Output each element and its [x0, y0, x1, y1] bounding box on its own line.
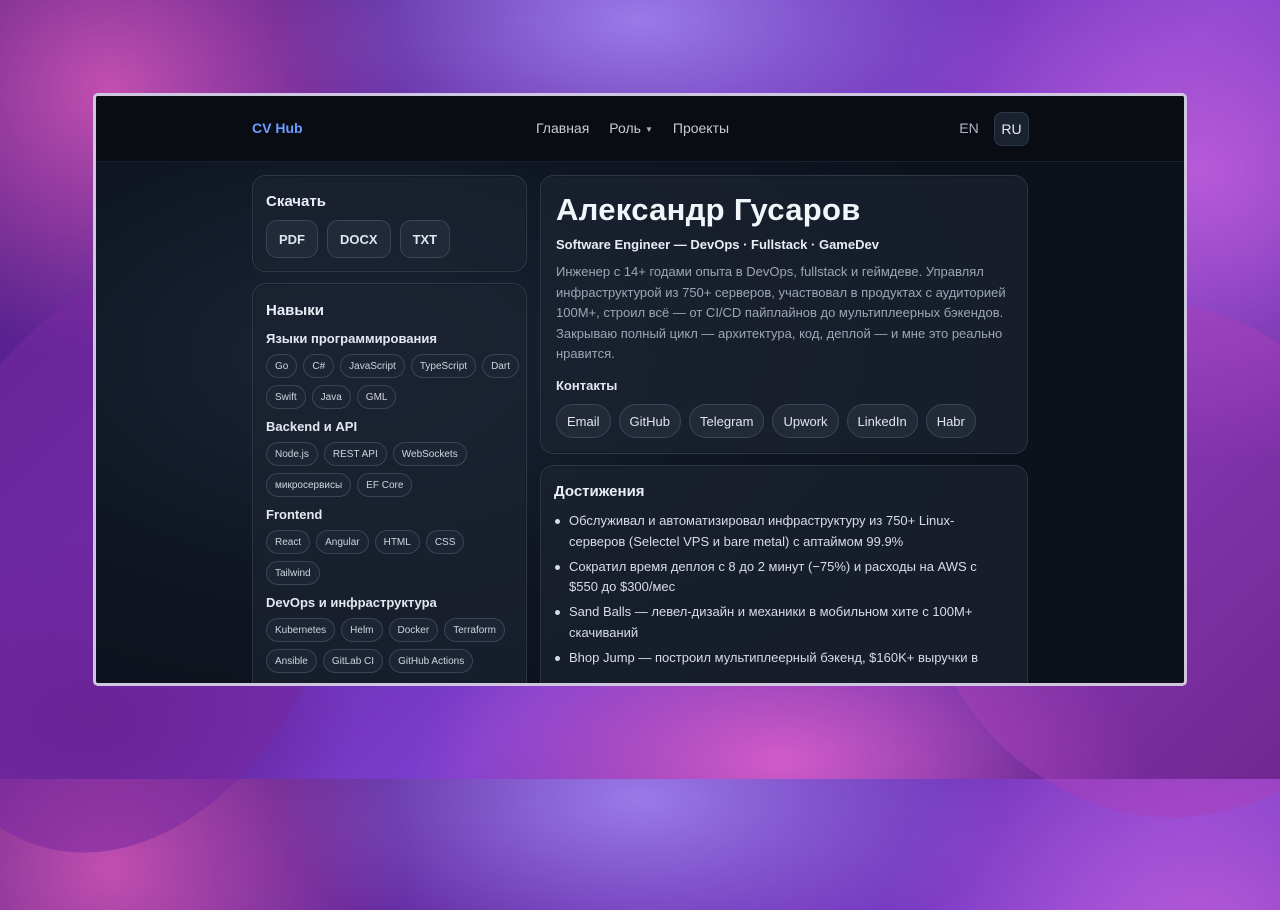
skill-group-title: DevOps и инфраструктура [266, 595, 437, 610]
achievements-title: Достижения [554, 483, 645, 500]
skill-tag: CSS [425, 530, 465, 554]
profile-bio: Инженер с 14+ годами опыта в DevOps, ful… [556, 264, 1006, 361]
skill-group-title: Языки программирования [266, 331, 437, 346]
achievement-item: Обслуживал и автоматизировал инфраструкт… [554, 511, 994, 552]
lang-ru-button[interactable]: RU [994, 112, 1029, 146]
bullet-icon [555, 519, 560, 524]
skill-tag: GitLab CI [322, 649, 384, 673]
bullet-icon [555, 655, 560, 661]
achievement-text: Sand Balls — левел-дизайн и механики в м… [569, 604, 973, 640]
skill-tags: Kubernetes Helm Docker Terraform Ansible… [266, 618, 521, 673]
contact-github-button[interactable]: GitHub [618, 404, 681, 438]
download-card: Скачать PDF DOCX TXT [252, 175, 527, 272]
browser-window: CV Hub Главная Роль ▼ Проекты EN RU Скача… [93, 93, 1187, 686]
skill-tag: Angular [316, 530, 369, 554]
skill-tag: Java [311, 385, 351, 409]
profile-subtitle: Software Engineer — DevOps · Fullstack ·… [556, 237, 879, 252]
lang-en-button[interactable]: EN [952, 112, 986, 144]
contact-linkedin-button[interactable]: LinkedIn [846, 404, 918, 438]
contact-upwork-button[interactable]: Upwork [772, 404, 839, 438]
bullet-icon [555, 564, 560, 570]
skill-tag: WebSockets [392, 442, 467, 466]
skill-tag: Kubernetes [266, 618, 336, 642]
skill-tag: Terraform [444, 618, 505, 642]
profile-card: Александр Гусаров Software Engineer — De… [540, 175, 1028, 454]
profile-name: Александр Гусаров [556, 192, 861, 227]
contact-telegram-button[interactable]: Telegram [688, 404, 765, 438]
language-switcher: EN RU [952, 112, 1029, 146]
download-pdf-button[interactable]: PDF [266, 220, 318, 258]
contact-email-button[interactable]: Email [556, 404, 611, 438]
skill-group-title: Backend и API [266, 419, 358, 434]
download-txt-button[interactable]: TXT [399, 220, 451, 258]
nav-home-link[interactable]: Главная [536, 120, 589, 136]
skill-tag: React [266, 530, 311, 554]
skill-tag: Go [266, 354, 298, 378]
skill-tags: Node.js REST API WebSockets микросервисы… [266, 442, 521, 497]
skill-tag: микросервисы [266, 473, 352, 497]
skill-tag: C# [303, 354, 335, 378]
achievement-text: Обслуживал и автоматизировал инфраструкт… [569, 513, 955, 549]
skills-card: Навыки Языки программирования Go C# Java… [252, 283, 527, 683]
achievements-list: Обслуживал и автоматизировал инфраструкт… [554, 511, 994, 673]
skill-tag: GitHub Actions [389, 649, 474, 673]
skill-tag: TypeScript [410, 354, 477, 378]
skill-groups: Языки программирования Go C# JavaScript … [266, 331, 521, 683]
skill-tag: Docker [388, 618, 439, 642]
main-nav: Главная Роль ▼ Проекты [536, 120, 729, 136]
skill-tag: EF Core [357, 473, 413, 497]
contacts-list: Email GitHub Telegram Upwork LinkedIn Ha… [556, 404, 976, 438]
skill-tag: JavaScript [340, 354, 405, 378]
skill-tag: GML [356, 385, 397, 409]
skill-group-title: Frontend [266, 507, 323, 522]
download-title: Скачать [266, 193, 326, 210]
nav-role-label: Роль [609, 120, 641, 136]
achievement-text: Сократил время деплоя с 8 до 2 минут (−7… [569, 558, 977, 595]
skill-tag: Ansible [266, 649, 317, 673]
achievement-text: Bhop Jump — построил мультиплеерный бэке… [569, 649, 979, 665]
nav-role-dropdown[interactable]: Роль ▼ [609, 120, 653, 136]
site-logo[interactable]: CV Hub [252, 120, 303, 136]
skill-tag: Tailwind [266, 561, 320, 585]
skill-tags: React Angular HTML CSS Tailwind [266, 530, 521, 585]
download-buttons: PDF DOCX TXT [266, 220, 451, 258]
download-docx-button[interactable]: DOCX [327, 220, 391, 258]
achievement-item: Bhop Jump — построил мультиплеерный бэке… [554, 648, 994, 669]
skill-tag: Helm [341, 618, 383, 642]
achievements-card: Достижения Обслуживал и автоматизировал … [540, 465, 1028, 683]
chevron-down-icon: ▼ [644, 124, 653, 134]
skill-tag: Node.js [266, 442, 318, 466]
skill-tag: HTML [374, 530, 420, 554]
top-navbar: CV Hub Главная Роль ▼ Проекты EN RU [96, 96, 1184, 162]
contact-habr-button[interactable]: Habr [925, 404, 976, 438]
achievement-item: Sand Balls — левел-дизайн и механики в м… [554, 602, 994, 643]
nav-projects-link[interactable]: Проекты [673, 120, 729, 136]
skill-tags: Go C# JavaScript TypeScript Dart Swift J… [266, 354, 521, 409]
skills-title: Навыки [266, 302, 324, 319]
skill-tag: Dart [482, 354, 519, 378]
contacts-title: Контакты [556, 378, 618, 393]
achievement-item: Сократил время деплоя с 8 до 2 минут (−7… [554, 557, 994, 598]
bullet-icon [555, 610, 560, 615]
skill-tag: REST API [323, 442, 387, 466]
skill-tag: Swift [266, 385, 306, 409]
